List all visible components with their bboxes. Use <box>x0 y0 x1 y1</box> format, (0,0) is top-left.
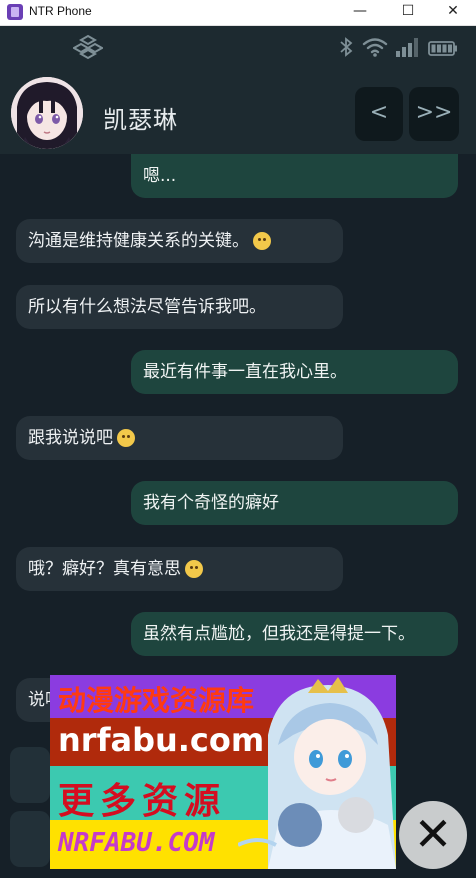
smile-emoji-icon <box>117 429 135 447</box>
message-text: 虽然有点尴尬，但我还是得提一下。 <box>143 624 415 644</box>
message-bubble-sent: 我有个奇怪的癖好 <box>131 481 458 525</box>
message-bubble-received: 沟通是维持健康关系的关键。 <box>16 219 343 263</box>
message-text: 所以有什么想法尽管告诉我吧。 <box>28 297 266 317</box>
reply-option-button[interactable] <box>10 811 50 867</box>
message-text: 我有个奇怪的癖好 <box>143 493 279 513</box>
winking-tongue-emoji-icon <box>185 560 203 578</box>
message-text: 嗯... <box>143 166 177 186</box>
message-bubble-sent: 虽然有点尴尬，但我还是得提一下。 <box>131 612 458 656</box>
message-text: 沟通是维持健康关系的关键。 <box>28 231 249 251</box>
message-bubble-received: 所以有什么想法尽管告诉我吧。 <box>16 285 343 329</box>
message-bubble-sent: 嗯... <box>131 154 458 198</box>
close-ad-button[interactable]: ✕ <box>399 801 467 869</box>
message-bubble-received: 跟我说说吧 <box>16 416 343 460</box>
ad-anime-character-image <box>238 677 396 869</box>
ad-banner[interactable]: 动漫游戏资源库 nrfabu.com 更多资源 NRFABU.COM <box>50 675 396 869</box>
window-title-bar: NTR Phone — ☐ ✕ <box>0 0 476 26</box>
ad-domain: nrfabu.com <box>58 721 265 759</box>
minimize-button[interactable]: — <box>337 0 383 25</box>
wifi-icon <box>362 38 388 57</box>
message-bubble-sent: 最近有件事一直在我心里。 <box>131 350 458 394</box>
contact-name: 凯瑟琳 <box>103 106 178 134</box>
ad-headline: 动漫游戏资源库 <box>58 684 255 717</box>
next-button[interactable]: >> <box>409 87 459 141</box>
message-text: 最近有件事一直在我心里。 <box>143 362 347 382</box>
close-window-button[interactable]: ✕ <box>430 0 476 25</box>
hugging-face-emoji-icon <box>253 232 271 250</box>
app-icon <box>7 4 23 20</box>
ad-domain-upper: NRFABU.COM <box>58 828 215 858</box>
app-logo-icon <box>73 34 103 60</box>
message-text: 哦？癖好？真有意思 <box>28 559 181 579</box>
prev-button[interactable]: < <box>355 87 403 141</box>
avatar-portrait <box>11 77 83 149</box>
window-title: NTR Phone <box>29 4 92 18</box>
ad-more-resources: 更多资源 <box>58 780 227 820</box>
message-bubble-received: 哦？癖好？真有意思 <box>16 547 343 591</box>
contact-avatar[interactable] <box>11 77 83 149</box>
signal-icon <box>396 38 418 57</box>
battery-icon <box>428 41 457 56</box>
reply-option-button[interactable] <box>10 747 50 803</box>
message-text: 跟我说说吧 <box>28 428 113 448</box>
maximize-button[interactable]: ☐ <box>385 0 431 25</box>
bluetooth-icon <box>340 37 353 57</box>
